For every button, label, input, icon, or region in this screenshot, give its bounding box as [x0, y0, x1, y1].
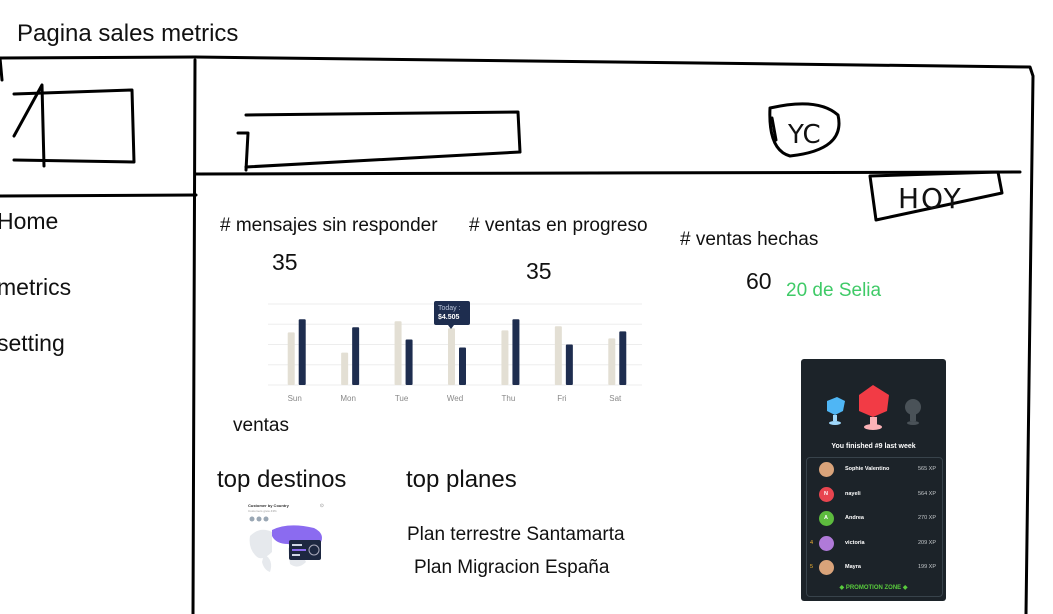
trophy-icons: [827, 385, 921, 430]
plan-item-1[interactable]: Plan terrestre Santamarta: [407, 524, 625, 546]
map-card-title: Customer by Country: [248, 503, 289, 508]
leaderboard-xp: 565 XP: [917, 466, 936, 472]
chart-bar-sun-1[interactable]: [287, 332, 295, 385]
map-card-subtitle: Customers grew 43%: [248, 509, 277, 513]
chart-x-tick-label: Thu: [502, 394, 516, 403]
avatar: [819, 560, 834, 575]
logo-scribble: YC: [788, 120, 821, 150]
page-title: Pagina sales metrics: [17, 20, 239, 47]
avatar-initial: N: [824, 490, 828, 497]
blue-trophy-icon: [827, 397, 845, 425]
metric-label-mensajes: # mensajes sin responder: [220, 215, 438, 236]
metric-value-hechas: 60: [746, 268, 772, 294]
chart-bar-sun-2[interactable]: [298, 319, 306, 385]
chart-x-tick-label: Fri: [557, 394, 567, 403]
chart-bar-wed-1[interactable]: [448, 328, 455, 385]
metric-label-hechas: # ventas hechas: [680, 229, 819, 250]
leaderboard-rank: 4: [810, 539, 814, 546]
avatar: [819, 535, 834, 551]
leaderboard-row[interactable]: A Andrea 270 XP: [807, 508, 940, 530]
leaderboard-xp: 270 XP: [917, 515, 936, 521]
metric-value-en-progreso: 35: [526, 258, 552, 284]
chart-bar-fri-2[interactable]: [565, 344, 573, 386]
chart-label-ventas: ventas: [233, 415, 289, 436]
sidebar-item-home[interactable]: Home: [0, 208, 58, 235]
red-trophy-icon: [859, 385, 889, 430]
metric-label-en-progreso: # ventas en progreso: [469, 215, 648, 236]
avatar-initial: A: [824, 515, 828, 521]
chart-bar-wed-2[interactable]: [459, 347, 466, 385]
section-top-planes: top planes: [406, 466, 517, 493]
chart-bar-thu-2[interactable]: [512, 319, 520, 385]
chart-bar-sat-2[interactable]: [619, 331, 627, 385]
chart-x-tick-label: Mon: [340, 394, 356, 403]
leaderboard-heading: You finished #9 last week: [831, 443, 916, 450]
chart-x-tick-label: Wed: [447, 394, 463, 403]
tab-hoy[interactable]: HOY: [898, 182, 963, 215]
chart-bar-sat-1[interactable]: [608, 338, 616, 385]
sales-chart-svg: Sun Mon Tue Wed Thu Fri Sat Today : $4.505: [268, 301, 642, 403]
leaderboard-name: Sophie Valentino: [845, 466, 890, 472]
plan-item-2[interactable]: Plan Migracion España: [414, 557, 609, 579]
chart-bar-fri-1[interactable]: [554, 326, 562, 385]
chart-tooltip-value: $4.505: [438, 314, 460, 321]
map-card-menu-icon[interactable]: ⊙: [320, 503, 324, 509]
chart-bar-tue-1[interactable]: [394, 321, 402, 385]
promotion-zone-label: ◆ PROMOTION ZONE ◆: [839, 585, 908, 591]
metric-note: 20 de Selia: [786, 280, 882, 301]
leaderboard-row[interactable]: Sophie Valentino 565 XP: [807, 459, 940, 481]
sidebar-item-setting[interactable]: setting: [0, 330, 65, 357]
sidebar-item-metrics[interactable]: metrics: [0, 274, 71, 301]
sales-bar-chart: Sun Mon Tue Wed Thu Fri Sat Today : $4.505: [260, 300, 650, 410]
leaderboard-row[interactable]: 5 Mayra 199 XP: [807, 557, 940, 579]
chart-x-tick-label: Sun: [288, 394, 302, 403]
chart-x-tick-label: Tue: [395, 394, 409, 403]
leaderboard-xp: 199 XP: [917, 564, 936, 570]
leaderboard-name: Andrea: [845, 515, 864, 521]
leaderboard-name: victoria: [845, 539, 865, 546]
leaderboard-xp: 209 XP: [917, 539, 936, 546]
section-top-destinos: top destinos: [217, 466, 347, 493]
leaderboard-card: You finished #9 last week Sophie Valenti…: [801, 359, 946, 601]
metric-value-mensajes: 35: [272, 249, 298, 275]
locked-trophy-icon: [905, 399, 921, 425]
chart-bar-tue-2[interactable]: [405, 339, 413, 385]
chart-bar-mon-2[interactable]: [352, 327, 360, 385]
leaderboard-rank: 5: [810, 564, 814, 570]
leaderboard-name: Mayra: [845, 564, 861, 570]
chart-bar-thu-1[interactable]: [501, 330, 509, 385]
leaderboard-row[interactable]: Nnayeli 564 XP: [807, 484, 940, 506]
avatar: [819, 462, 834, 477]
chart-tooltip-title: Today :: [438, 305, 461, 312]
leaderboard-xp: 564 XP: [917, 490, 936, 497]
chart-x-tick-label: Sat: [609, 394, 622, 403]
map-card: Customer by Country Customers grew 43% ⊙: [244, 500, 332, 582]
leaderboard-name: nayeli: [845, 490, 861, 497]
leaderboard-row[interactable]: 4 victoria 209 XP: [807, 533, 940, 555]
chart-bar-mon-1[interactable]: [341, 352, 349, 385]
